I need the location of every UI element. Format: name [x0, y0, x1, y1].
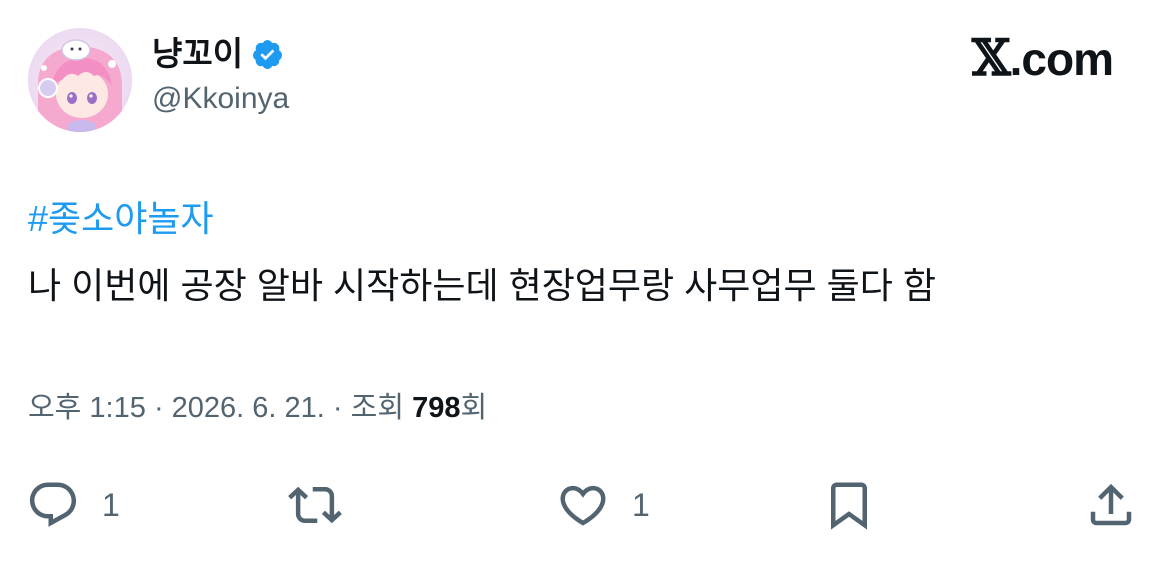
share-icon [1090, 483, 1132, 526]
bookmark-icon [831, 482, 867, 530]
like-icon [560, 485, 606, 526]
like-button[interactable]: 1 [556, 470, 650, 540]
like-count: 1 [632, 486, 650, 523]
tweet-text: 나 이번에 공장 알바 시작하는데 현장업무랑 사무업무 둘다 함 [28, 265, 937, 306]
reply-button[interactable]: 1 [26, 470, 120, 540]
retweet-icon [288, 486, 342, 524]
verified-badge-icon [253, 39, 283, 69]
hashtag-link[interactable]: #좆소야놀자 [28, 196, 214, 242]
tweet-date[interactable]: 2026. 6. 21. [172, 392, 325, 424]
avatar[interactable] [28, 28, 132, 132]
tweet-card: 냥꼬이 @Kkoinya 𝕏.com #좆소야놀자 나 이번에 공장 알바 시작… [0, 0, 1169, 587]
action-bar: 1 1 [0, 470, 1169, 540]
x-com-logo: 𝕏.com [971, 28, 1114, 87]
tweet-meta: 오후 1:15 · 2026. 6. 21. · 조회 798회 [28, 388, 487, 428]
bookmark-button[interactable] [822, 470, 876, 540]
meta-separator: · [153, 392, 164, 424]
retweet-button[interactable] [288, 470, 342, 540]
views-label: 조회 [350, 392, 405, 424]
tweet-time[interactable]: 오후 1:15 [28, 392, 146, 424]
x-logo-suffix: .com [1009, 33, 1114, 85]
author-name-text: 냥꼬이 [152, 35, 244, 72]
meta-separator: · [332, 392, 343, 424]
reply-count: 1 [102, 486, 120, 523]
avatar-image [28, 28, 132, 132]
reply-icon [29, 482, 77, 527]
x-logo-mark: 𝕏 [971, 28, 1011, 87]
author-handle[interactable]: @Kkoinya [152, 80, 289, 118]
share-button[interactable] [1084, 470, 1138, 540]
views-suffix: 회 [460, 392, 488, 424]
views-count: 798 [412, 392, 461, 424]
author-display-name[interactable]: 냥꼬이 [152, 34, 284, 74]
